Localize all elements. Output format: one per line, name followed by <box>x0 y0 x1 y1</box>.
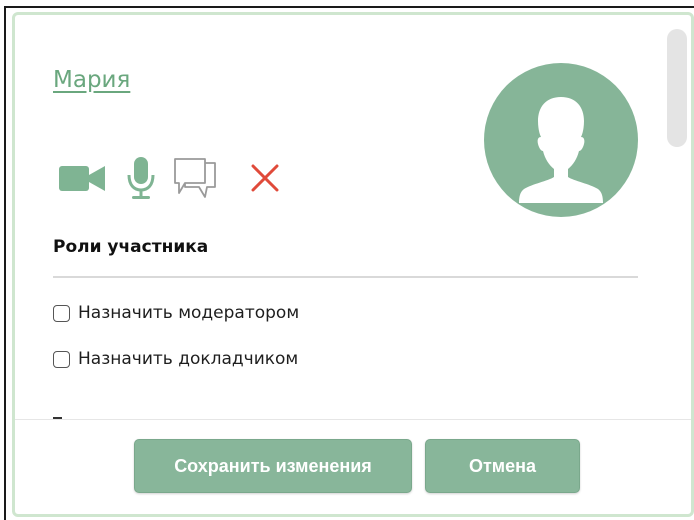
save-changes-button[interactable]: Сохранить изменения <box>134 439 412 493</box>
scrollbar-track[interactable] <box>663 23 689 415</box>
moderator-option[interactable]: Назначить модератором <box>53 300 299 326</box>
remove-icon[interactable] <box>245 155 285 201</box>
dialog-content: Мария Роли участника Назначить модератор… <box>15 15 691 419</box>
roles-divider <box>53 276 638 278</box>
cancel-button[interactable]: Отмена <box>425 439 580 493</box>
microphone-icon[interactable] <box>121 155 161 201</box>
participant-dialog: Мария Роли участника Назначить модератор… <box>12 12 694 517</box>
roles-section-title: Роли участника <box>53 237 209 257</box>
moderator-checkbox[interactable] <box>53 304 70 322</box>
video-camera-icon[interactable] <box>55 155 109 201</box>
footer-divider <box>15 419 691 420</box>
clipped-next-section <box>53 408 63 419</box>
chat-icon[interactable] <box>171 155 227 201</box>
speaker-label: Назначить докладчиком <box>78 349 299 369</box>
speaker-option[interactable]: Назначить докладчиком <box>53 346 298 372</box>
moderator-label: Назначить модератором <box>78 303 300 323</box>
scrollbar-thumb[interactable] <box>667 29 687 147</box>
user-silhouette-icon <box>519 97 603 203</box>
speaker-checkbox[interactable] <box>53 350 70 368</box>
participant-avatar <box>484 63 638 217</box>
participant-name-link[interactable]: Мария <box>53 67 130 93</box>
